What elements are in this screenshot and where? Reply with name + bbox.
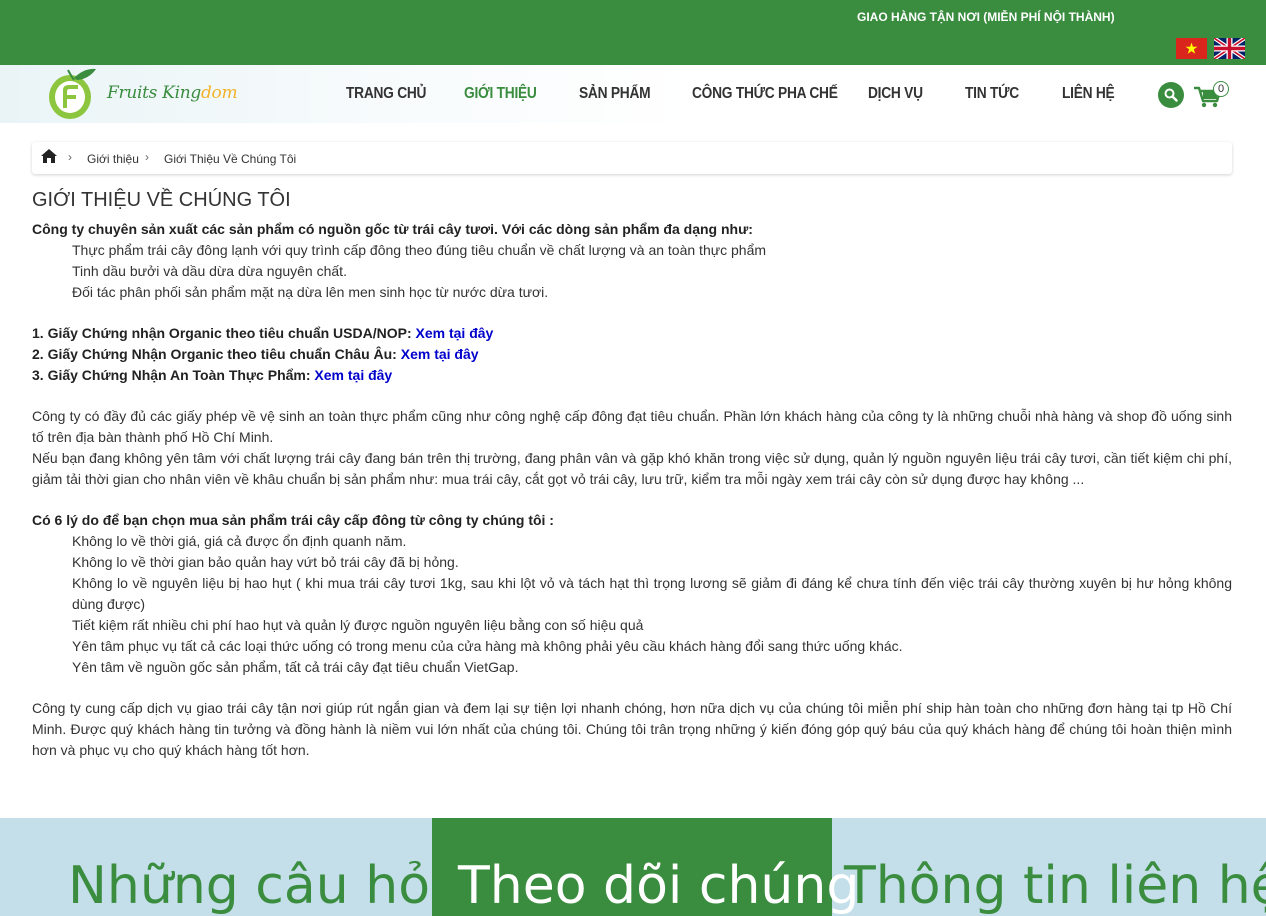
cart-count-badge: 0 — [1213, 81, 1229, 97]
breadcrumb-item-current: Giới Thiệu Về Chúng Tôi — [164, 152, 297, 166]
nav-item-contact[interactable]: LIÊN HỆ — [1062, 85, 1115, 103]
article-content: GIỚI THIỆU VỀ CHÚNG TÔI Công ty chuyên s… — [32, 185, 1232, 761]
home-icon[interactable] — [40, 148, 58, 169]
certificate-item: 3. Giấy Chứng Nhận An Toàn Thực Phẩm: Xe… — [32, 367, 393, 383]
nav-item-home[interactable]: TRANG CHỦ — [346, 85, 426, 103]
logo-fruit-icon — [49, 68, 96, 119]
reason-item: Tiết kiệm rất nhiều chi phí hao hụt và q… — [72, 617, 644, 633]
footer-faq-column: Những câu hỏi — [0, 818, 444, 916]
reason-item: Không lo về thời giá, giá cả được ổn địn… — [72, 533, 407, 549]
search-button[interactable] — [1158, 82, 1184, 108]
footer-contact-column: Thông tin liên hệ — [832, 818, 1266, 916]
nav-item-about[interactable]: GIỚI THIỆU — [464, 85, 537, 103]
product-line-item: Thực phẩm trái cây đông lạnh với quy trì… — [72, 242, 767, 258]
nav-item-news[interactable]: TIN TỨC — [965, 85, 1019, 103]
certificate-link[interactable]: Xem tại đây — [314, 367, 392, 383]
nav-item-recipes[interactable]: CÔNG THỨC PHA CHẾ — [692, 85, 838, 103]
page-title: GIỚI THIỆU VỀ CHÚNG TÔI — [32, 189, 291, 211]
main-navbar: Fruits Kingdom TRANG CHỦ GIỚI THIỆU SẢN … — [0, 65, 1266, 123]
reason-item: Không lo về nguyên liệu bị hao hụt ( khi… — [72, 575, 1232, 612]
shipping-notice: GIAO HÀNG TẬN NƠI (MIỄN PHÍ NỘI THÀNH) — [857, 10, 1115, 24]
uk-flag-icon[interactable] — [1212, 36, 1247, 61]
footer-follow-column: Theo dõi chúng — [432, 818, 859, 916]
certificate-item: 2. Giấy Chứng Nhận Organic theo tiêu chu… — [32, 346, 479, 362]
reasons-title: Có 6 lý do để bạn chọn mua sản phẩm trái… — [32, 512, 554, 528]
footer: Những câu hỏi Theo dõi chúng Thông tin l… — [0, 818, 1266, 916]
nav-item-products[interactable]: SẢN PHẨM — [579, 85, 651, 103]
product-line-item: Tinh dầu bưởi và dầu dừa dừa nguyên chất… — [72, 263, 347, 279]
reason-item: Yên tâm về nguồn gốc sản phẩm, tất cả tr… — [72, 659, 519, 675]
nav-item-services[interactable]: DỊCH VỤ — [868, 85, 923, 103]
reason-item: Yên tâm phục vụ tất cả các loại thức uốn… — [72, 638, 903, 654]
certificate-item: 1. Giấy Chứng nhận Organic theo tiêu chu… — [32, 325, 494, 341]
vn-flag-icon[interactable] — [1176, 38, 1207, 59]
company-paragraph: Nếu bạn đang không yên tâm với chất lượn… — [32, 450, 1232, 487]
search-icon — [1164, 88, 1178, 102]
breadcrumb: › Giới thiệu › Giới Thiệu Về Chúng Tôi — [32, 142, 1232, 174]
reason-item: Không lo về thời gian bảo quản hay vứt b… — [72, 554, 459, 570]
footer-contact-title: Thông tin liên hệ — [844, 856, 1266, 916]
intro-text: Công ty chuyên sản xuất các sản phẩm có … — [32, 221, 753, 237]
company-paragraph: Công ty có đầy đủ các giấy phép về vệ si… — [32, 408, 1232, 445]
company-paragraph: Công ty cung cấp dịch vụ giao trái cây t… — [32, 700, 1232, 758]
footer-faq-title: Những câu hỏi — [68, 856, 445, 916]
breadcrumb-separator-icon: › — [145, 150, 149, 164]
logo-wordmark: Fruits Kingdom — [107, 83, 238, 103]
footer-follow-title: Theo dõi chúng — [458, 856, 860, 916]
product-line-item: Đối tác phân phối sản phẩm mặt nạ dừa lê… — [72, 284, 549, 300]
top-bar: GIAO HÀNG TẬN NƠI (MIỄN PHÍ NỘI THÀNH) — [0, 0, 1266, 65]
breadcrumb-separator-icon: › — [68, 150, 72, 164]
breadcrumb-item-about[interactable]: Giới thiệu — [87, 152, 139, 166]
certificate-link[interactable]: Xem tại đây — [416, 325, 494, 341]
site-logo[interactable]: Fruits Kingdom — [44, 65, 244, 123]
certificate-link[interactable]: Xem tại đây — [401, 346, 479, 362]
cart-button[interactable]: 0 — [1193, 80, 1229, 110]
